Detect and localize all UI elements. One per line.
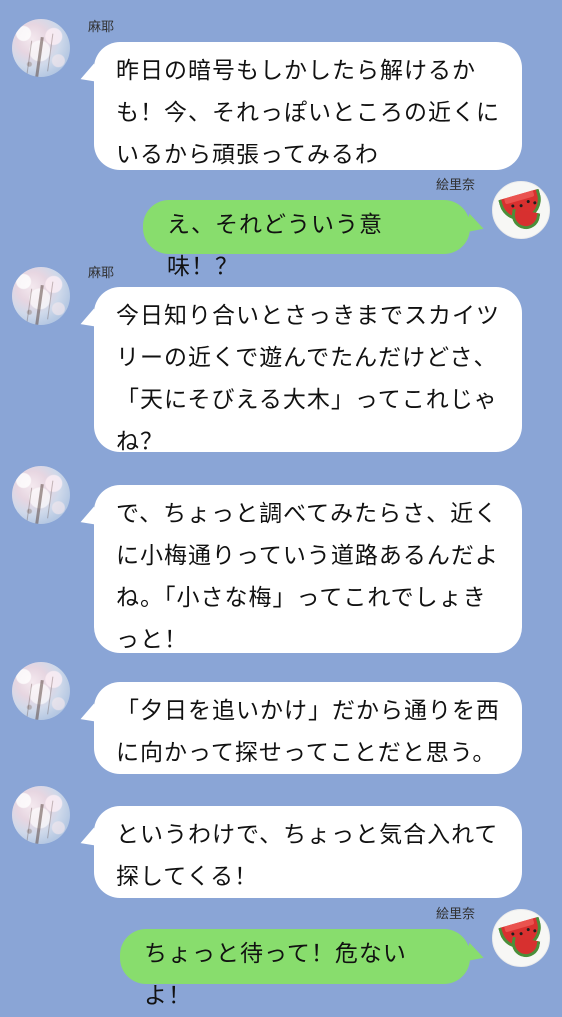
watermelon-avatar[interactable] [492, 181, 550, 239]
message-1: 麻耶 昨日の暗号もしかしたら解けるか も！今、それっぽいところの近くに いるから… [0, 0, 562, 170]
cherry-blossom-avatar[interactable] [12, 786, 70, 844]
message-bubble[interactable]: ちょっと待って！危ないよ！ [120, 929, 470, 1009]
cherry-blossom-avatar[interactable] [12, 662, 70, 720]
cherry-blossom-avatar[interactable] [12, 19, 70, 77]
message-7: 絵里奈 ちょっと待って！危ないよ！ [0, 907, 562, 1009]
message-bubble[interactable]: というわけで、ちょっと気合入れて 探してくる！ [94, 806, 522, 898]
message-bubble[interactable]: え、それどういう意味！？ [143, 200, 470, 280]
message-6: というわけで、ちょっと気合入れて 探してくる！ [0, 786, 562, 898]
message-bubble[interactable]: 「夕日を追いかけ」だから通りを西 に向かって探せってことだと思う。 [94, 682, 522, 774]
message-4: で、ちょっと調べてみたらさ、近く に小梅通りっていう道路あるんだよ ね。「小さな… [0, 466, 562, 654]
sender-name: 絵里奈 [435, 178, 475, 193]
message-3: 麻耶 今日知り合いとさっきまでスカイツ リーの近くで遊んでたんだけどさ、 「天に… [0, 266, 562, 456]
sender-name: 麻耶 [88, 20, 115, 35]
message-bubble[interactable]: 今日知り合いとさっきまでスカイツ リーの近くで遊んでたんだけどさ、 「天にそびえ… [94, 287, 522, 455]
message-bubble[interactable]: で、ちょっと調べてみたらさ、近く に小梅通りっていう道路あるんだよ ね。「小さな… [94, 485, 522, 653]
watermelon-avatar[interactable] [492, 909, 550, 967]
sender-name: 絵里奈 [435, 907, 475, 922]
message-bubble[interactable]: 昨日の暗号もしかしたら解けるか も！今、それっぽいところの近くに いるから頑張っ… [94, 42, 522, 170]
message-2: 絵里奈 え、それどういう意味！？ [0, 178, 562, 280]
watermelon-slice-icon [509, 208, 541, 232]
sender-name: 麻耶 [88, 266, 115, 281]
cherry-blossom-avatar[interactable] [12, 466, 70, 524]
watermelon-slice-icon [509, 936, 541, 960]
message-5: 「夕日を追いかけ」だから通りを西 に向かって探せってことだと思う。 [0, 662, 562, 774]
cherry-blossom-avatar[interactable] [12, 267, 70, 325]
